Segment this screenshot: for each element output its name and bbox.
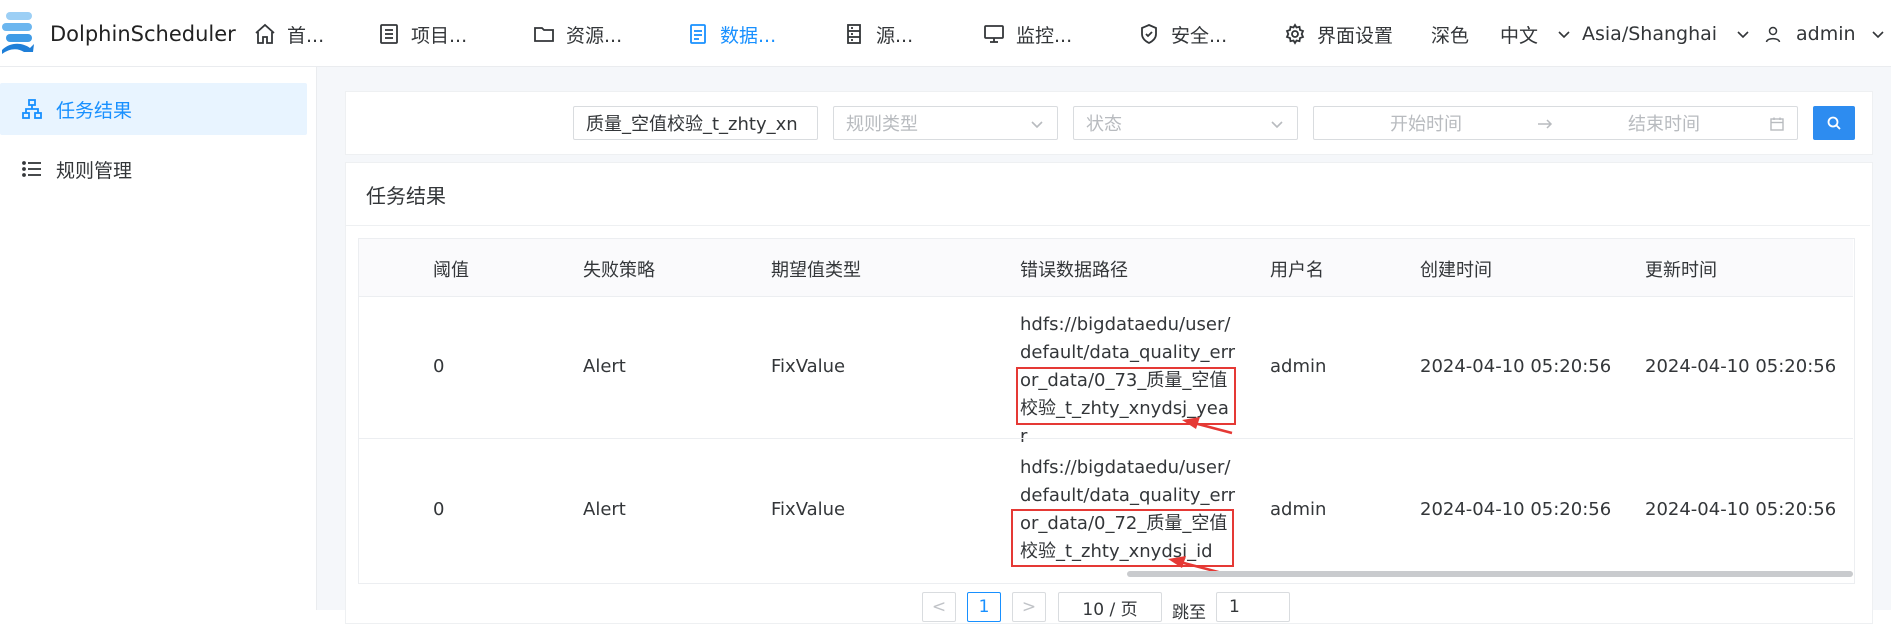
table-horizontal-scrollbar[interactable] — [1127, 571, 1853, 577]
goto-page-input[interactable]: 1 — [1216, 592, 1290, 622]
search-input-value: 质量_空值校验_t_zhty_xn — [586, 114, 798, 135]
annotation-arrow-icon — [1182, 417, 1233, 435]
nav-security[interactable]: 安全... — [1137, 20, 1227, 48]
nav-monitor[interactable]: 监控... — [982, 20, 1072, 48]
list-icon — [22, 161, 41, 177]
search-button[interactable] — [1813, 106, 1855, 140]
table-cell-threshold: 0 — [433, 499, 445, 520]
home-icon — [255, 23, 275, 44]
app-name[interactable]: DolphinScheduler — [50, 22, 236, 46]
nav-datasource-label: 源... — [876, 24, 914, 47]
sidebar: 任务结果 规则管理 — [0, 67, 317, 610]
row-divider — [359, 438, 1853, 439]
sidebar-item-task-result[interactable]: 任务结果 — [0, 83, 307, 135]
nav-datasource[interactable]: 源... — [842, 20, 913, 48]
status-select[interactable]: 状态 — [1073, 106, 1298, 140]
datasource-icon — [847, 24, 861, 44]
top-navbar: DolphinScheduler 首... 项目... 资源... 数据... … — [0, 0, 1891, 67]
sidebar-item-label: 规则管理 — [56, 159, 133, 182]
nav-project-label: 项目... — [411, 24, 468, 47]
nav-data-quality-label: 数据... — [720, 24, 777, 47]
nav-project[interactable]: 项目... — [377, 20, 467, 48]
nav-home-label: 首... — [287, 24, 325, 47]
table-cell-failure-strategy: Alert — [583, 499, 626, 520]
ui-settings-label: 界面设置 — [1317, 24, 1394, 47]
user-icon — [1765, 26, 1781, 43]
rule-type-placeholder: 规则类型 — [846, 114, 918, 135]
prev-page-button[interactable]: < — [922, 592, 956, 622]
data-quality-icon — [690, 24, 706, 44]
sidebar-item-rule-management[interactable]: 规则管理 — [0, 143, 307, 195]
arrow-right-icon — [1538, 119, 1553, 129]
theme-label: 深色 — [1431, 24, 1470, 47]
table-cell-failure-strategy: Alert — [583, 356, 626, 377]
nav-monitor-label: 监控... — [1016, 24, 1073, 47]
monitor-icon — [984, 25, 1004, 43]
search-input[interactable]: 质量_空值校验_t_zhty_xn — [573, 106, 818, 140]
page-1-button[interactable]: 1 — [967, 592, 1001, 622]
col-updated-time[interactable]: 更新时间 — [1645, 256, 1717, 282]
goto-page-value: 1 — [1229, 597, 1240, 617]
search-icon — [1827, 116, 1841, 130]
table-cell-threshold: 0 — [433, 356, 445, 377]
nav-resource[interactable]: 资源... — [532, 20, 622, 48]
table-cell-created-time: 2024-04-10 05:20:56 — [1420, 356, 1612, 377]
language-label: 中文 — [1500, 24, 1539, 47]
nav-resource-label: 资源... — [566, 24, 623, 47]
card-divider — [346, 225, 1870, 226]
timezone-label: Asia/Shanghai — [1582, 23, 1718, 45]
table-cell-created-time: 2024-04-10 05:20:56 — [1420, 499, 1612, 520]
nav-data-quality[interactable]: 数据... — [686, 20, 776, 48]
col-error-path[interactable]: 错误数据路径 — [1020, 256, 1128, 282]
calendar-icon — [1770, 117, 1784, 131]
project-icon — [380, 24, 398, 44]
user-menu[interactable]: admin — [1764, 20, 1886, 48]
col-created-time[interactable]: 创建时间 — [1420, 256, 1492, 282]
page-size-select[interactable]: 10 / 页 — [1058, 592, 1162, 622]
chevron-down-icon — [1031, 121, 1043, 129]
dolphin-logo-icon — [2, 12, 34, 54]
goto-label: 跳至 — [1172, 603, 1206, 623]
card-title: 任务结果 — [366, 184, 446, 208]
page-size-label: 10 / 页 — [1082, 599, 1138, 620]
nav-home[interactable]: 首... — [253, 20, 324, 48]
chevron-down-icon — [1871, 31, 1884, 39]
sidebar-item-label: 任务结果 — [56, 99, 133, 122]
start-time-placeholder: 开始时间 — [1390, 114, 1462, 135]
table-cell-updated-time: 2024-04-10 05:20:56 — [1645, 499, 1837, 520]
user-name: admin — [1796, 23, 1856, 45]
col-failure-strategy[interactable]: 失败策略 — [583, 256, 655, 282]
theme-toggle[interactable]: 深色 — [1431, 20, 1469, 48]
chevron-down-icon — [1737, 31, 1749, 39]
ui-settings-button[interactable]: 界面设置 — [1283, 20, 1393, 48]
status-placeholder: 状态 — [1086, 114, 1122, 135]
shield-icon — [1141, 24, 1157, 45]
col-username[interactable]: 用户名 — [1270, 256, 1324, 282]
rule-type-select[interactable]: 规则类型 — [833, 106, 1058, 140]
table-cell-expected-type: FixValue — [771, 356, 846, 377]
sitemap-icon — [22, 99, 42, 119]
chevron-down-icon — [1558, 31, 1570, 39]
next-page-button[interactable]: > — [1012, 592, 1046, 622]
table-cell-username: admin — [1270, 499, 1327, 520]
table-cell-updated-time: 2024-04-10 05:20:56 — [1645, 356, 1837, 377]
col-expected-type[interactable]: 期望值类型 — [771, 256, 861, 282]
nav-security-label: 安全... — [1171, 24, 1228, 47]
gear-icon — [1285, 23, 1305, 45]
date-range-picker[interactable]: 开始时间 结束时间 — [1313, 106, 1798, 140]
end-time-placeholder: 结束时间 — [1628, 114, 1700, 135]
col-threshold[interactable]: 阈值 — [433, 256, 469, 282]
table-cell-expected-type: FixValue — [771, 499, 846, 520]
language-dropdown[interactable]: 中文 — [1500, 20, 1572, 48]
table-cell-username: admin — [1270, 356, 1327, 377]
timezone-dropdown[interactable]: Asia/Shanghai — [1582, 20, 1751, 48]
folder-icon — [534, 27, 554, 42]
chevron-down-icon — [1271, 121, 1283, 129]
